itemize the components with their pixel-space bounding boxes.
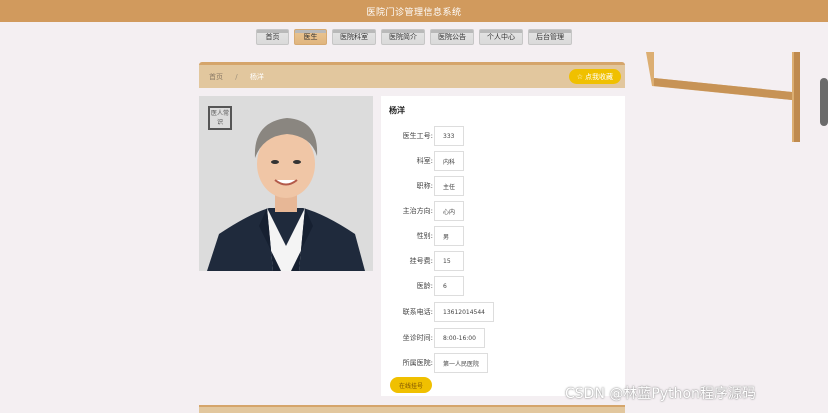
field-label: 联系电话: [402,308,433,316]
field-row: 坐诊时间: 8:00-16:00 [381,328,625,348]
field-label: 性别: [416,232,433,240]
star-icon: ☆ [576,72,583,81]
field-value: 第一人民医院 [434,353,489,373]
photo-stamp: 医人常识 [208,106,232,130]
nav-home[interactable]: 首页 [256,29,289,45]
breadcrumb-bar: 首页 / 杨洋 ☆ 点我收藏 [199,62,625,88]
next-section-bar [199,405,625,413]
nav-personal-center[interactable]: 个人中心 [479,29,523,45]
field-value: 333 [434,126,464,146]
field-row: 挂号费: 15 [381,251,625,271]
register-button[interactable]: 在线挂号 [390,377,433,393]
nav-announcements[interactable]: 医院公告 [430,29,474,45]
field-value: 13612014544 [434,302,494,322]
main-nav: 首页 医生 医院科室 医院简介 医院公告 个人中心 后台管理 [0,29,828,47]
field-value: 8:00-16:00 [434,328,485,348]
field-value: 心内 [434,201,465,221]
field-value: 内科 [434,151,465,171]
favorite-button[interactable]: ☆ 点我收藏 [568,69,621,84]
field-row: 医生工号: 333 [381,126,625,146]
field-row: 科室: 内科 [381,151,625,171]
field-label: 医龄: [416,282,433,290]
field-row: 性别: 男 [381,226,625,246]
field-label: 职称: [416,182,433,190]
favorite-button-label: 点我收藏 [585,72,613,81]
breadcrumb-current: 杨洋 [249,73,264,81]
field-value: 6 [434,276,464,296]
doctor-name: 杨洋 [389,106,405,115]
watermark: CSDN @林蓝Python程序源码 [565,386,756,402]
field-row: 职称: 主任 [381,176,625,196]
breadcrumb-separator: / [235,73,238,81]
field-label: 坐诊时间: [402,334,433,342]
field-label: 挂号费: [409,257,433,265]
field-row: 医龄: 6 [381,276,625,296]
nav-hospital-intro[interactable]: 医院简介 [381,29,425,45]
field-label: 科室: [416,157,433,165]
field-value: 15 [434,251,464,271]
breadcrumb-home[interactable]: 首页 [209,73,223,81]
app-header: 医院门诊管理信息系统 [0,0,828,22]
breadcrumb: 首页 / 杨洋 [209,72,264,82]
field-value: 主任 [434,176,465,196]
scrollbar-handle[interactable] [820,78,828,126]
field-value: 男 [434,226,464,246]
app-title: 医院门诊管理信息系统 [366,7,462,18]
field-row: 所属医院: 第一人民医院 [381,353,625,373]
nav-doctor[interactable]: 医生 [294,29,327,45]
decorative-frame [646,52,800,142]
nav-departments[interactable]: 医院科室 [332,29,376,45]
doctor-info-panel: 杨洋 医生工号: 333 科室: 内科 职称: 主任 主治方向: 心内 性别: … [381,96,625,396]
nav-admin[interactable]: 后台管理 [528,29,572,45]
field-label: 主治方向: [402,207,433,215]
field-row: 联系电话: 13612014544 [381,302,625,322]
field-label: 所属医院: [402,359,433,367]
field-label: 医生工号: [402,132,433,140]
field-row: 主治方向: 心内 [381,201,625,221]
doctor-photo: 医人常识 [199,96,373,271]
